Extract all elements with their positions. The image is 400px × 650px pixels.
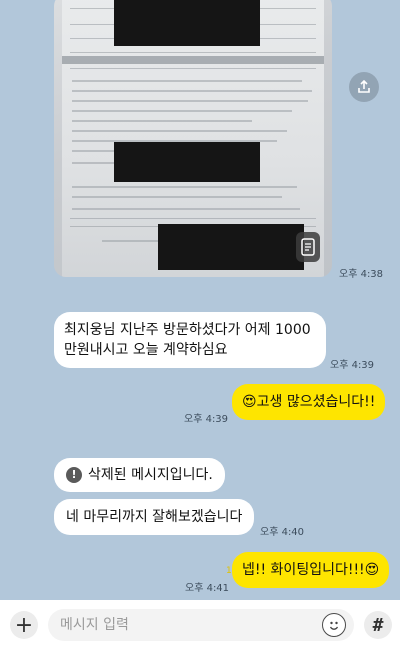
- hash-icon[interactable]: #: [364, 611, 392, 639]
- chat-area[interactable]: 오후 4:38 최지웅님 지난주 방문하셨다가 어제 1000 만원내시고 오늘…: [0, 0, 400, 600]
- deleted-message[interactable]: ! 삭제된 메시지입니다.: [54, 458, 225, 492]
- message-text: 네 마무리까지 잘해보겠습니다: [66, 509, 243, 525]
- message-input-bar: + #: [0, 600, 400, 650]
- outgoing-message[interactable]: 넵!! 화이팅입니다!!!😍: [232, 552, 390, 588]
- message-time: 오후 4:39: [184, 414, 229, 425]
- message-text: 넵!! 화이팅입니다!!!: [242, 562, 365, 578]
- share-icon[interactable]: [349, 72, 379, 102]
- image-action-icon[interactable]: [296, 232, 320, 262]
- message-line: 최지웅님 지난주 방문하셨다가 어제 1000: [64, 322, 311, 338]
- message-time: 오후 4:39: [330, 360, 375, 371]
- incoming-message[interactable]: 최지웅님 지난주 방문하셨다가 어제 1000 만원내시고 오늘 계약하심요: [54, 312, 326, 368]
- redaction-block: [114, 142, 260, 182]
- message-text: 고생 많으셨습니다!!: [256, 394, 376, 410]
- outgoing-message[interactable]: 😍고생 많으셨습니다!!: [232, 384, 386, 420]
- unread-count: 1: [226, 566, 232, 576]
- smiling-face-emoji: 😍: [242, 394, 257, 410]
- message-field[interactable]: [48, 609, 354, 641]
- message-line: 만원내시고 오늘 계약하심요: [64, 342, 228, 358]
- redaction-block: [114, 0, 260, 46]
- emoji-icon[interactable]: [322, 613, 346, 637]
- message-time: 오후 4:38: [339, 269, 384, 280]
- redaction-block: [158, 224, 304, 270]
- message-time: 오후 4:40: [260, 527, 305, 538]
- photo-message[interactable]: [54, 0, 332, 277]
- message-input[interactable]: [60, 609, 300, 641]
- smiling-face-emoji: 😍: [364, 562, 380, 578]
- plus-icon[interactable]: +: [10, 611, 38, 639]
- message-time: 오후 4:41: [185, 583, 230, 594]
- message-text: 삭제된 메시지입니다.: [88, 467, 213, 483]
- incoming-message[interactable]: 네 마무리까지 잘해보겠습니다: [54, 499, 255, 535]
- warning-icon: !: [66, 467, 82, 483]
